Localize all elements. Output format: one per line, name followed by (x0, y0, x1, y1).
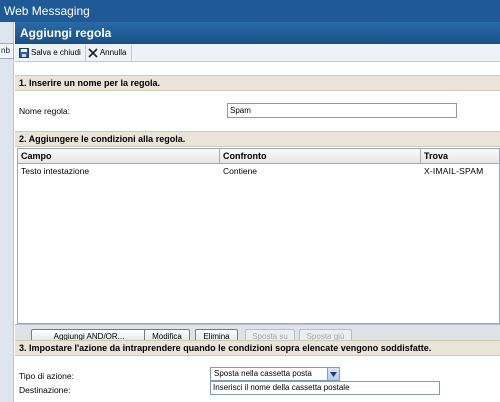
left-sidebar-tab[interactable]: nb (0, 43, 14, 59)
save-and-close-label: Salva e chiudi (31, 48, 81, 57)
chevron-down-icon[interactable] (327, 368, 339, 380)
section-2-header: 2. Aggiungere le condizioni alla regola. (15, 131, 500, 147)
rule-name-label: Nome regola: (19, 106, 71, 116)
cell-trova: X-IMAIL-SPAM (424, 166, 484, 176)
column-divider[interactable] (420, 149, 421, 164)
section-1-header: 1. Inserire un nome per la regola. (15, 75, 500, 91)
dialog-toolbar: Salva e chiudi Annulla (15, 44, 500, 62)
dialog-title: Aggiungi regola (15, 22, 500, 44)
cell-campo: Testo intestazione (21, 166, 90, 176)
action-type-value: Sposta nella cassetta posta (214, 369, 312, 378)
column-header-confronto[interactable]: Confronto (223, 151, 266, 161)
cancel-button[interactable]: Annulla (86, 44, 132, 61)
cell-confronto: Contiene (223, 166, 258, 176)
save-and-close-button[interactable]: Salva e chiudi (17, 44, 86, 61)
rule-name-input[interactable]: Spam (227, 103, 457, 118)
column-header-trova[interactable]: Trova (424, 151, 448, 161)
table-row[interactable]: Testo intestazione Contiene X-IMAIL-SPAM (18, 164, 499, 179)
column-divider[interactable] (219, 149, 220, 164)
column-header-campo[interactable]: Campo (21, 151, 52, 161)
conditions-table-header: Campo Confronto Trova (18, 149, 499, 164)
app-title-bar: Web Messaging (0, 0, 500, 22)
save-disk-icon (19, 47, 29, 58)
cancel-label: Annulla (99, 48, 127, 57)
action-type-select[interactable]: Sposta nella cassetta posta (210, 367, 340, 381)
app-title: Web Messaging (4, 4, 90, 18)
action-type-label: Tipo di azione: (19, 371, 74, 381)
destination-label: Destinazione: (19, 385, 71, 395)
add-rule-dialog: Aggiungi regola Salva e chiudi Annulla 1… (15, 22, 500, 402)
close-icon (88, 47, 98, 58)
left-sidebar-strip (0, 22, 14, 402)
conditions-table: Campo Confronto Trova Testo intestazione… (17, 148, 500, 324)
destination-input[interactable]: Inserisci il nome della cassetta postale (210, 381, 440, 395)
section-3-header: 3. Impostare l'azione da intraprendere q… (15, 340, 500, 356)
